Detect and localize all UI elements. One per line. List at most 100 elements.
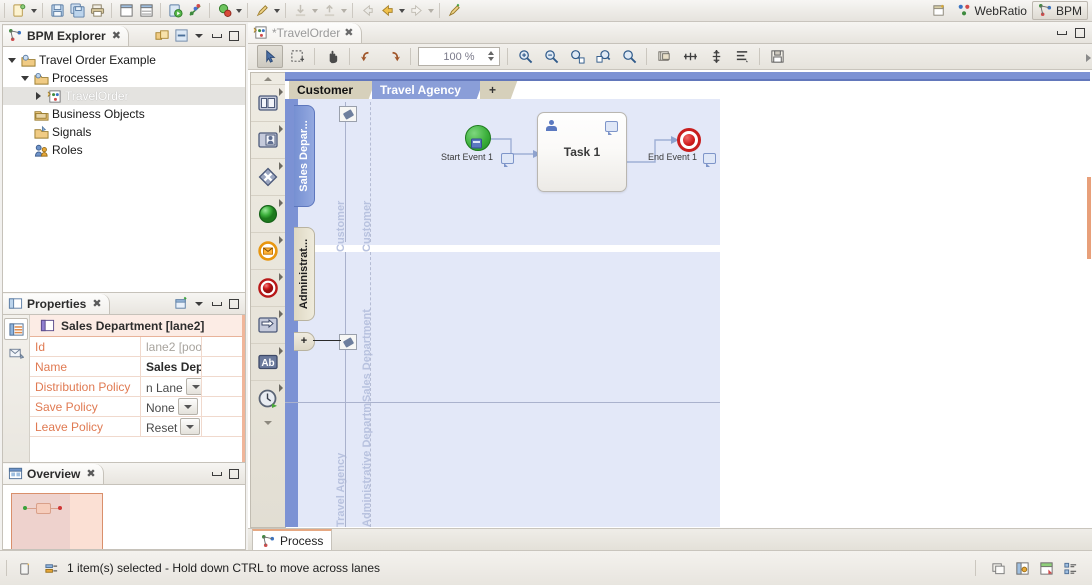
property-row[interactable]: Name Sales Depa bbox=[30, 356, 245, 377]
tree-item-signals[interactable]: Signals bbox=[3, 123, 245, 141]
tree-item-travelorder[interactable]: TravelOrder bbox=[3, 87, 245, 105]
new-layout-button[interactable] bbox=[136, 2, 156, 20]
marquee-tool-button[interactable] bbox=[285, 46, 309, 67]
close-icon[interactable]: ✖ bbox=[112, 29, 121, 42]
property-row[interactable]: Distribution Policy n Lane bbox=[30, 376, 245, 397]
palette-scroll-up[interactable] bbox=[251, 73, 285, 84]
palette-pool-tool[interactable] bbox=[251, 84, 285, 121]
start-event-note-icon[interactable] bbox=[501, 153, 514, 167]
properties-tab-general[interactable] bbox=[4, 318, 28, 340]
redo-button[interactable] bbox=[381, 46, 405, 67]
minimize-icon[interactable] bbox=[1055, 26, 1068, 39]
brush-dropdown[interactable] bbox=[272, 2, 281, 20]
new-page-button[interactable] bbox=[116, 2, 136, 20]
previous-button[interactable] bbox=[377, 2, 397, 20]
zoom-fit-page-button[interactable] bbox=[565, 46, 589, 67]
property-dropdown[interactable] bbox=[180, 418, 201, 435]
zoom-in-button[interactable] bbox=[513, 46, 537, 67]
maximize-icon[interactable] bbox=[227, 297, 240, 310]
export-dropdown[interactable] bbox=[339, 2, 348, 20]
minimize-icon[interactable] bbox=[210, 297, 223, 310]
save-image-button[interactable] bbox=[765, 46, 789, 67]
palette-intermediate-event-tool[interactable] bbox=[251, 232, 285, 269]
view-menu-icon[interactable] bbox=[193, 29, 206, 42]
lane-handle-icon-upper[interactable] bbox=[339, 106, 357, 122]
property-value[interactable]: lane2 [poo bbox=[140, 337, 202, 357]
distribute-vertical-button[interactable] bbox=[704, 46, 728, 67]
property-value[interactable]: Sales Depa bbox=[140, 356, 202, 377]
pan-tool-button[interactable] bbox=[320, 46, 344, 67]
pool-tab-add[interactable]: + bbox=[479, 81, 518, 99]
tab-bpm-explorer[interactable]: BPM Explorer ✖ bbox=[3, 25, 129, 46]
tab-travelorder-editor[interactable]: *TravelOrder ✖ bbox=[248, 22, 363, 43]
maximize-icon[interactable] bbox=[1073, 26, 1086, 39]
end-event-note-icon[interactable] bbox=[703, 153, 716, 167]
palette-lane-tool[interactable] bbox=[251, 121, 285, 158]
tile-icon[interactable] bbox=[991, 561, 1006, 576]
back-arrow-button[interactable] bbox=[357, 2, 377, 20]
distribute-horizontal-button[interactable] bbox=[678, 46, 702, 67]
align-list-button[interactable] bbox=[730, 46, 754, 67]
palette-end-event-tool[interactable] bbox=[251, 269, 285, 306]
twisty-open-icon[interactable] bbox=[7, 55, 18, 66]
tree-item-business-objects[interactable]: Business Objects bbox=[3, 105, 245, 123]
palette-start-event-tool[interactable] bbox=[251, 195, 285, 232]
generate-button[interactable] bbox=[185, 2, 205, 20]
perspective-bpm[interactable]: BPM bbox=[1031, 1, 1088, 20]
palette-timer-event-tool[interactable] bbox=[251, 380, 285, 417]
property-row[interactable]: Save Policy None bbox=[30, 396, 245, 417]
property-dropdown[interactable] bbox=[177, 398, 198, 415]
property-row[interactable]: Leave Policy Reset bbox=[30, 416, 245, 437]
lane-tab-administrative[interactable]: Administrat... bbox=[294, 227, 315, 321]
close-icon[interactable]: ✖ bbox=[86, 467, 95, 480]
run-button[interactable] bbox=[165, 2, 185, 20]
tree-item-travel-order-example[interactable]: Travel Order Example bbox=[3, 51, 245, 69]
palette-scroll-down[interactable] bbox=[251, 417, 285, 428]
tree-item-roles[interactable]: Roles bbox=[3, 141, 245, 159]
lane-handle-icon-lower[interactable] bbox=[339, 334, 357, 350]
lane-tab-sales-department[interactable]: Sales Depar... bbox=[294, 105, 315, 207]
new-wizard-dropdown[interactable] bbox=[29, 2, 38, 20]
pool-tab-travel-agency[interactable]: Travel Agency bbox=[372, 81, 484, 99]
import-dropdown[interactable] bbox=[310, 2, 319, 20]
new-wizard-button[interactable] bbox=[9, 2, 29, 20]
zoom-fit-width-button[interactable] bbox=[591, 46, 615, 67]
tab-properties[interactable]: Properties ✖ bbox=[3, 293, 110, 314]
palette-sequence-flow-tool[interactable] bbox=[251, 306, 285, 343]
open-perspective-button[interactable] bbox=[927, 1, 952, 20]
save-button[interactable] bbox=[47, 2, 67, 20]
view-menu-icon[interactable] bbox=[193, 297, 206, 310]
export-button[interactable] bbox=[319, 2, 339, 20]
minimize-icon[interactable] bbox=[210, 29, 223, 42]
palette-gateway-tool[interactable] bbox=[251, 158, 285, 195]
close-icon[interactable]: ✖ bbox=[92, 297, 101, 310]
debug-button[interactable] bbox=[214, 2, 234, 20]
snap-to-grid-button[interactable] bbox=[652, 46, 676, 67]
property-row[interactable]: Id lane2 [poo bbox=[30, 337, 245, 357]
maximize-icon[interactable] bbox=[227, 29, 240, 42]
end-event-node[interactable] bbox=[677, 128, 701, 152]
next-dropdown[interactable] bbox=[426, 2, 435, 20]
property-dropdown[interactable] bbox=[185, 378, 201, 395]
zoom-spinner[interactable] bbox=[488, 50, 495, 62]
diagram-canvas[interactable]: Customer Travel Agency + Sales Depar... … bbox=[285, 72, 1091, 527]
zoom-combo[interactable]: 100 % bbox=[418, 47, 500, 66]
twisty-closed-icon[interactable] bbox=[33, 91, 44, 102]
properties-tab-documentation[interactable] bbox=[5, 343, 27, 363]
tab-overview[interactable]: Overview ✖ bbox=[3, 463, 104, 484]
palette-text-annotation-tool[interactable]: Ab bbox=[251, 343, 285, 380]
pin-icon[interactable] bbox=[174, 296, 189, 311]
tree-item-processes[interactable]: Processes bbox=[3, 69, 245, 87]
debug-dropdown[interactable] bbox=[234, 2, 243, 20]
add-lane-button[interactable]: + bbox=[294, 332, 315, 351]
next-button[interactable] bbox=[406, 2, 426, 20]
import-button[interactable] bbox=[290, 2, 310, 20]
zoom-out-button[interactable] bbox=[539, 46, 563, 67]
zoom-actual-button[interactable] bbox=[617, 46, 641, 67]
select-tool-button[interactable] bbox=[257, 45, 283, 68]
perspective2-icon[interactable] bbox=[1039, 561, 1054, 576]
outline-icon[interactable] bbox=[1063, 561, 1078, 576]
overview-thumbnail[interactable] bbox=[11, 493, 103, 549]
perspective-webratio[interactable]: WebRatio bbox=[952, 1, 1032, 20]
perspective1-icon[interactable] bbox=[1015, 561, 1030, 576]
